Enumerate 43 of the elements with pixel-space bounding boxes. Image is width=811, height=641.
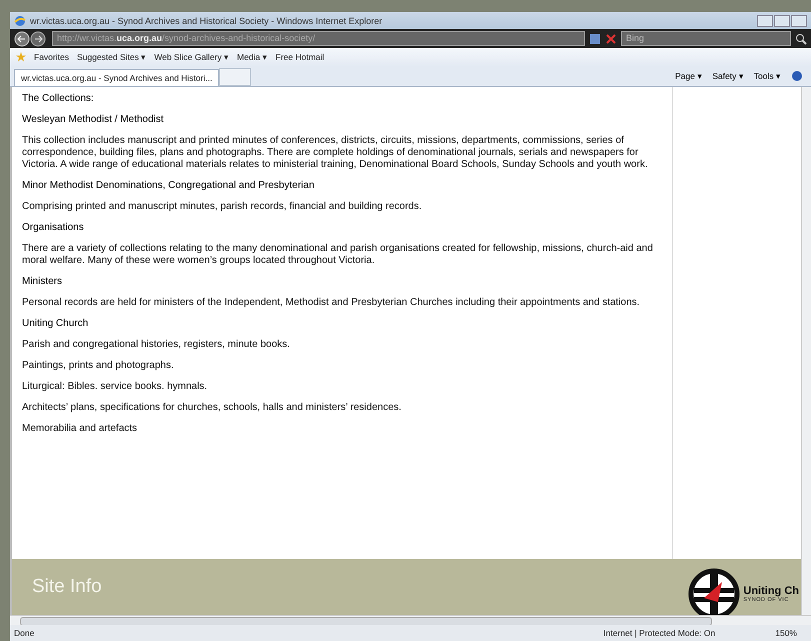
address-field[interactable]: http://wr.victas.uca.org.au/synod-archives-and-historical-society/ <box>52 31 585 46</box>
vertical-scrollbar[interactable] <box>801 87 811 615</box>
favorites-button[interactable]: Favorites <box>34 52 69 62</box>
section-heading: The Collections: <box>22 93 95 105</box>
favorites-link[interactable]: Media ▾ <box>237 52 268 62</box>
window-title: wr.victas.uca.org.au - Synod Archives and Historical Society - Windows Internet Explorer <box>30 16 384 26</box>
paragraph: Paintings, prints and photographs. <box>22 360 175 372</box>
search-icon[interactable] <box>795 32 807 44</box>
star-icon <box>16 52 26 62</box>
command-menu[interactable]: Page ▾ <box>675 71 702 81</box>
section-heading: Organisations <box>22 222 85 234</box>
command-menu[interactable]: Safety ▾ <box>712 71 744 81</box>
security-zone: Internet | Protected Mode: On <box>603 628 716 638</box>
section-heading: Uniting Church <box>22 318 90 330</box>
section-heading: Ministers <box>22 276 64 288</box>
close-button[interactable] <box>791 14 807 26</box>
paragraph: Liturgical: Bibles. service books. hymnals. <box>22 381 208 393</box>
favorites-link[interactable]: Suggested Sites ▾ <box>76 52 146 62</box>
logo-name: Uniting Ch <box>743 585 799 597</box>
status-text: Done <box>14 628 36 638</box>
section-heading: Wesleyan Methodist / Methodist <box>22 114 165 126</box>
paragraph: Comprising printed and manuscript minutes, parish records, financial and building records. <box>22 201 423 213</box>
zoom-level[interactable]: 150% <box>775 628 797 638</box>
command-menu[interactable]: Tools ▾ <box>754 71 781 81</box>
favorites-link[interactable]: Free Hotmail <box>276 52 324 62</box>
logo-icon <box>688 568 740 615</box>
stop-icon[interactable] <box>605 32 617 44</box>
paragraph: Parish and congregational histories, registers, minute books. <box>22 339 291 351</box>
paragraph: Personal records are held for ministers of the Independent, Methodist and Presbyterian Churches including their appointments and stations. <box>22 297 641 309</box>
maximize-button[interactable] <box>774 14 790 26</box>
new-tab-button[interactable] <box>219 68 252 86</box>
paragraph: There are a variety of collections relating to the many denominational and parish organisations created for fellowship, missions, church-aid and moral welfare. Many of these were women’s groups located throughout Victoria. <box>22 243 654 267</box>
footer-title: Site Info <box>32 576 102 598</box>
minimize-button[interactable] <box>757 14 773 26</box>
section-heading: Minor Methodist Denominations, Congregational and Presbyterian <box>22 180 316 192</box>
paragraph: Memorabilia and artefacts <box>22 423 138 435</box>
paragraph: This collection includes manuscript and printed minutes of conferences, districts, circuits, missions, departments, commissions, series of correspondence, building files, plans and photographs. There are complete holdings of denominational journals, serials and newspapers for Victoria. A wide range of educational materials relates to ministerial training, Denominational Board Schools, Sunday Schools and youth work. <box>22 135 649 171</box>
favorites-link[interactable]: Web Slice Gallery ▾ <box>154 52 229 62</box>
back-forward-icon[interactable] <box>14 30 48 46</box>
browser-tab[interactable]: wr.victas.uca.org.au - Synod Archives and Histori... <box>14 69 220 86</box>
horizontal-scrollbar[interactable] <box>10 615 811 625</box>
browser-icon <box>14 14 26 26</box>
paragraph: Architects’ plans, specifications for churches, schools, halls and ministers’ residences. <box>22 402 402 414</box>
